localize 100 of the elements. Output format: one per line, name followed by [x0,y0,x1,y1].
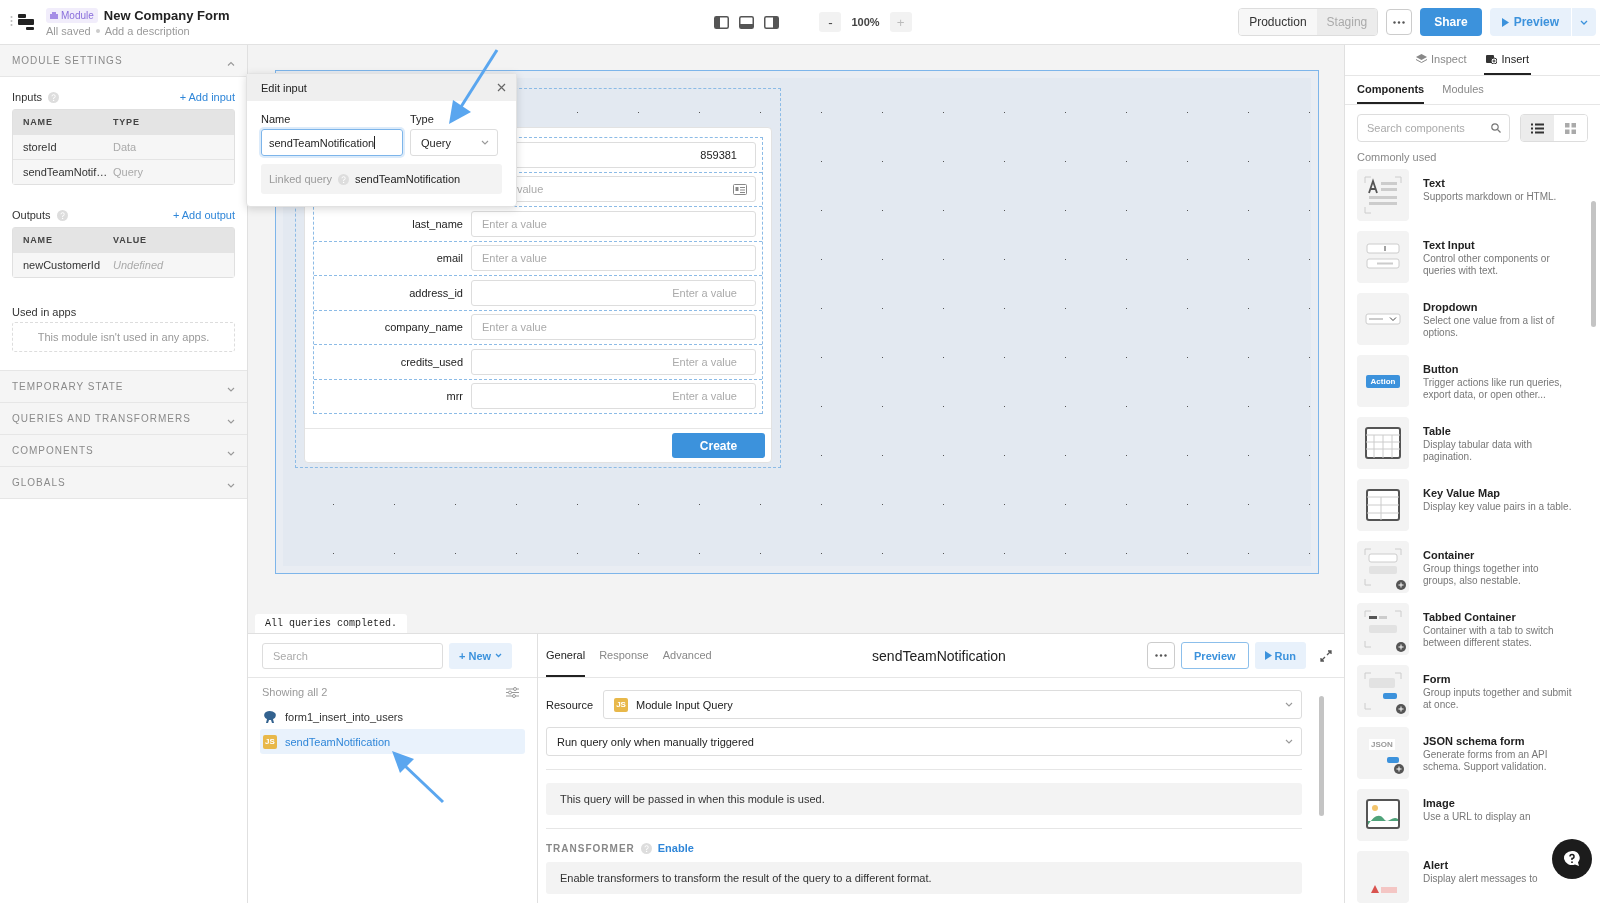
field-label: credits_used [399,355,464,368]
query-count: Showing all 2 [262,686,328,698]
expand-icon [227,418,235,424]
editor-tab[interactable]: Response [599,634,649,677]
help-icon [47,91,59,103]
expand-icon[interactable] [1320,649,1332,662]
insert-icon [1486,53,1498,65]
search-field[interactable]: Search [262,642,443,669]
input-field[interactable]: Enter a value [471,383,756,410]
component-name[interactable]: Button [1423,363,1459,375]
column-header: VALUE [113,235,148,245]
more-icon [1393,20,1406,24]
input-field[interactable]: Enter a value [471,279,756,306]
run-button[interactable]: Run [1254,642,1306,669]
environment-tab[interactable]: Staging [1316,9,1378,35]
component-name[interactable]: Alert [1423,859,1449,871]
component-icon [1357,665,1409,717]
help-button[interactable] [1552,839,1592,879]
expand-icon [227,386,235,392]
zoom-out-button[interactable]: - [819,12,842,32]
component-description: Supports markdown or HTML. [1423,191,1558,203]
component-icon [1357,417,1409,469]
trigger-select[interactable]: Run query only when manually triggered [546,727,1302,756]
filter-icon[interactable] [506,686,519,698]
table-cell-text: Undefined [113,259,165,271]
play-icon [1264,651,1272,660]
chevron-icon [481,140,489,145]
input-field[interactable]: Enter a value [471,314,756,341]
section-title: GLOBALS [12,477,66,488]
name-input[interactable]: sendTeamNotification [261,129,403,156]
section-header[interactable]: COMPONENTS [0,435,247,467]
panel-tab[interactable]: Insert [1484,45,1531,75]
expand-icon [227,450,235,456]
section-header[interactable]: GLOBALS [0,467,247,499]
editor-tab[interactable]: General [546,634,586,677]
component-name[interactable]: Container [1423,549,1475,561]
new-query-button[interactable]: + New [449,642,513,669]
section-title: COMPONENTS [12,445,94,456]
scrollbar[interactable] [1319,696,1324,816]
subtab[interactable]: Modules [1442,75,1484,104]
component-name[interactable]: Image [1423,797,1455,809]
field-label: company_name [383,321,464,334]
page-title: New Company Form [103,7,230,23]
component-name[interactable]: Text Input [1423,239,1475,251]
used-in-apps-label: Used in apps [12,306,78,318]
more-button[interactable] [1386,9,1413,35]
help-icon [1563,850,1581,868]
component-name[interactable]: Form [1423,673,1451,685]
section-header[interactable]: QUERIES AND TRANSFORMERS [0,403,247,435]
add-input-link[interactable]: + Add input [179,91,235,103]
subtab[interactable]: Components [1357,75,1425,104]
component-name[interactable]: Table [1423,425,1451,437]
component-description: Group inputs together and submit at once. [1423,687,1573,711]
component-name[interactable]: Key Value Map [1423,487,1501,499]
panel-tab[interactable]: Inspect [1414,45,1469,75]
layout-toggle-icon[interactable] [739,15,755,29]
component-name[interactable]: Dropdown [1423,301,1478,313]
type-label: Type [410,113,435,125]
environment-tab[interactable]: Production [1239,9,1317,35]
list-view-button[interactable] [1521,115,1554,141]
component-name[interactable]: Tabbed Container [1423,611,1516,623]
section-header[interactable]: TEMPORARY STATE [0,371,247,403]
share-button[interactable]: Share [1420,8,1482,36]
type-select[interactable]: Query [410,129,498,156]
preview-button[interactable]: Preview [1489,8,1571,36]
input-field[interactable]: Enter a value [471,210,756,237]
query-item[interactable]: JS sendTeamNotification [260,729,525,754]
popover-title: Edit input [261,81,307,94]
input-field[interactable]: Enter a value [471,245,756,272]
description-field[interactable]: Add a description [104,24,190,37]
component-icon [1357,293,1409,345]
layout-toggle-icon[interactable] [714,15,730,29]
layout-toggle-icon[interactable] [764,15,780,29]
query-item[interactable]: form1_insert_into_users [260,704,525,729]
js-badge: JS [614,697,629,712]
app-logo-icon [10,11,36,33]
create-button[interactable]: Create [672,433,765,458]
resource-select[interactable]: JS Module Input Query [603,690,1302,719]
component-name[interactable]: JSON schema form [1423,735,1525,747]
component-icon [1357,231,1409,283]
caret-icon [1580,19,1588,25]
outputs-label: Outputs [12,209,51,221]
section-header[interactable]: MODULE SETTINGS [0,45,247,77]
input-field[interactable]: Enter a value [471,348,756,375]
more-button[interactable] [1147,642,1175,669]
help-icon [338,173,349,185]
search-icon [1491,123,1501,133]
close-icon[interactable] [497,83,506,92]
table-cell-text: Query [113,166,144,178]
editor-tab[interactable]: Advanced [662,634,712,677]
component-name[interactable]: Text [1423,177,1445,189]
preview-button[interactable]: Preview [1181,642,1249,669]
separator-dot [95,28,100,33]
collapse-icon [227,60,235,66]
add-output-link[interactable]: + Add output [172,209,235,221]
enable-link[interactable]: Enable [657,842,694,854]
search-field[interactable]: Search components [1357,114,1510,142]
table-cell-text: Data [113,141,138,153]
chevron-icon [1285,702,1293,707]
scrollbar[interactable] [1591,201,1596,327]
